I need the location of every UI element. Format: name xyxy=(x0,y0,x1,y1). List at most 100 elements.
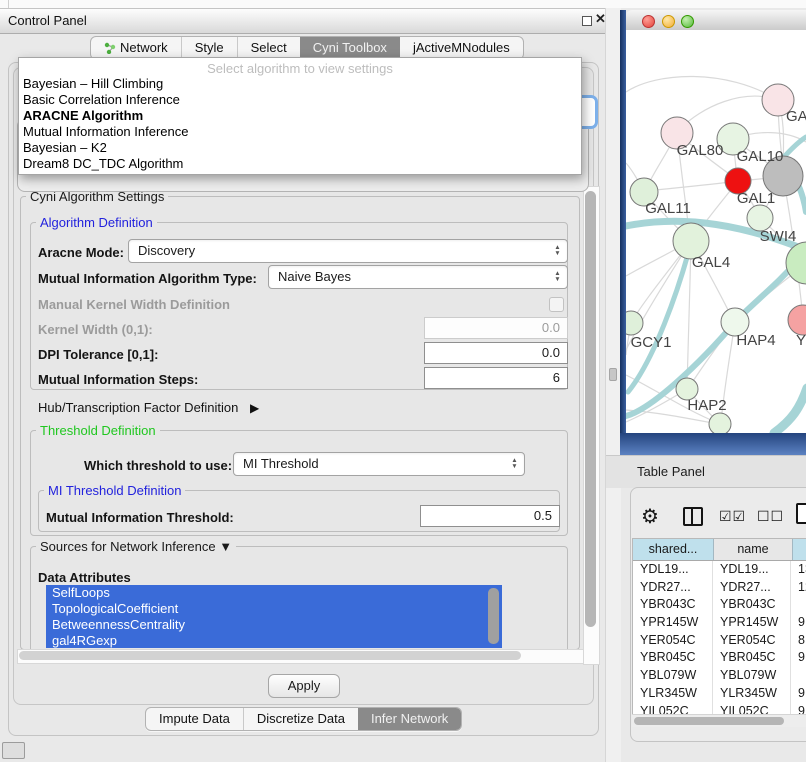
table-row[interactable]: YBL079WYBL079W xyxy=(633,667,806,685)
tab-label: jActiveMNodules xyxy=(413,37,510,59)
table-hscrollbar-thumb[interactable] xyxy=(634,717,784,725)
settings-vscrollbar-thumb[interactable] xyxy=(585,191,596,627)
hub-factor-expander-label: Hub/Transcription Factor Definition xyxy=(38,400,238,415)
manual-kernel-width-checkbox[interactable] xyxy=(549,297,564,312)
network-node-y[interactable] xyxy=(788,305,806,335)
network-window-titlebar[interactable] xyxy=(626,10,806,31)
aracne-mode-label: Aracne Mode: xyxy=(38,245,124,260)
data-attribute-item[interactable]: BetweennessCentrality xyxy=(46,617,502,633)
tab-label: Discretize Data xyxy=(257,708,345,730)
kernel-width-label: Kernel Width (0,1): xyxy=(38,322,153,337)
zoom-traffic-light-icon[interactable] xyxy=(681,15,694,28)
gear-icon[interactable]: ⚙ xyxy=(641,504,659,529)
network-node-gcy1[interactable] xyxy=(626,311,643,335)
table-cell: YBL079W xyxy=(713,667,791,685)
algorithm-popup-list: Bayesian – Hill ClimbingBasic Correlatio… xyxy=(19,76,581,172)
attributes-list-scrollbar[interactable] xyxy=(488,588,499,644)
which-threshold-combo[interactable]: MI Threshold ▲▼ xyxy=(233,452,525,476)
algorithm-definition-title: Algorithm Definition xyxy=(36,215,157,230)
node-label: GAL1 xyxy=(737,190,775,207)
table-cell: 9. xyxy=(791,685,806,703)
top-strip xyxy=(0,0,806,8)
minimize-traffic-light-icon[interactable] xyxy=(662,15,675,28)
table-cell: YER054C xyxy=(713,632,791,650)
column-header[interactable]: shared... xyxy=(633,539,714,560)
tab-network[interactable]: Network xyxy=(91,37,181,59)
algorithm-option[interactable]: Bayesian – Hill Climbing xyxy=(19,76,581,92)
divider-drag-handle[interactable] xyxy=(609,368,617,381)
data-attribute-item[interactable]: gal4RGexp xyxy=(46,633,502,648)
split-view-icon[interactable] xyxy=(683,507,703,526)
network-canvas[interactable]: GALGAL80GAL10GAL1GAL11SWI4GAL4GCY1HAP4YH… xyxy=(626,30,806,433)
kernel-width-field[interactable]: 0.0 xyxy=(424,317,568,339)
node-label: GAL4 xyxy=(692,254,730,271)
algorithm-option[interactable]: Dream8 DC_TDC Algorithm xyxy=(19,156,581,172)
table-row[interactable]: YER054CYER054C8. xyxy=(633,632,806,650)
column-header[interactable]: name xyxy=(714,539,793,560)
data-attribute-item[interactable]: TopologicalCoefficient xyxy=(46,601,502,617)
mi-threshold-field[interactable]: 0.5 xyxy=(420,505,560,527)
node-table: shared...name YDL19...YDL19...13YDR27...… xyxy=(632,538,806,716)
mi-algorithm-type-combo[interactable]: Naive Bayes ▲▼ xyxy=(268,265,568,289)
table-row[interactable]: YBR043CYBR043C xyxy=(633,596,806,614)
table-row[interactable]: YBR045CYBR045C9. xyxy=(633,649,806,667)
table-cell: 9. xyxy=(791,614,806,632)
top-strip-divider xyxy=(8,0,9,8)
expander-arrow-icon: ▶ xyxy=(250,401,259,415)
algorithm-option[interactable]: Basic Correlation Inference xyxy=(19,92,581,108)
table-row[interactable]: YDR27...YDR27...12 xyxy=(633,579,806,597)
node-label: GAL80 xyxy=(677,142,724,159)
close-traffic-light-icon[interactable] xyxy=(642,15,655,28)
table-cell: YPR145W xyxy=(633,614,713,632)
column-header[interactable] xyxy=(793,539,806,560)
deselect-all-icon[interactable]: ☐☐ xyxy=(757,508,784,525)
table-cell: YBL079W xyxy=(633,667,713,685)
table-cell: YPR145W xyxy=(713,614,791,632)
tab-cyni-toolbox[interactable]: Cyni Toolbox xyxy=(300,37,400,59)
tab-label: Style xyxy=(195,37,224,59)
dpi-tolerance-value: 0.0 xyxy=(542,345,560,360)
network-node[interactable] xyxy=(709,413,731,433)
settings-hscrollbar-thumb[interactable] xyxy=(19,651,521,660)
sources-title[interactable]: Sources for Network Inference ▼ xyxy=(36,539,236,554)
panel-divider xyxy=(605,8,621,762)
table-cell: YBR043C xyxy=(633,596,713,614)
mi-steps-field[interactable]: 6 xyxy=(424,367,568,389)
table-row[interactable]: YPR145WYPR145W9. xyxy=(633,614,806,632)
sources-title-label: Sources for Network Inference xyxy=(40,539,216,554)
tab-jactivemnodules[interactable]: jActiveMNodules xyxy=(400,37,523,59)
data-attributes-list: SelfLoopsTopologicalCoefficientBetweenne… xyxy=(46,585,502,648)
table-cell: 13 xyxy=(791,561,806,579)
kernel-width-value: 0.0 xyxy=(542,320,560,335)
table-hscrollbar[interactable] xyxy=(632,714,806,727)
table-cell: YLR345W xyxy=(633,685,713,703)
which-threshold-label: Which threshold to use: xyxy=(84,458,232,473)
table-cell: YDL19... xyxy=(633,561,713,579)
dpi-tolerance-field[interactable]: 0.0 xyxy=(424,342,568,364)
float-window-icon[interactable] xyxy=(582,16,592,26)
tab-style[interactable]: Style xyxy=(181,37,237,59)
table-cell xyxy=(791,596,806,614)
algorithm-option[interactable]: Mutual Information Inference xyxy=(19,124,581,140)
algorithm-option[interactable]: Bayesian – K2 xyxy=(19,140,581,156)
new-column-icon[interactable] xyxy=(796,503,806,524)
tab-discretize-data[interactable]: Discretize Data xyxy=(243,708,358,730)
tab-infer-network[interactable]: Infer Network xyxy=(358,708,461,730)
aracne-mode-combo[interactable]: Discovery ▲▼ xyxy=(128,239,568,263)
tab-select[interactable]: Select xyxy=(237,37,300,59)
hub-factor-expander[interactable]: Hub/Transcription Factor Definition ▶ xyxy=(38,400,259,415)
network-node-labels: GALGAL80GAL10GAL1GAL11SWI4GAL4GCY1HAP4YH… xyxy=(631,108,806,414)
mi-steps-label: Mutual Information Steps: xyxy=(38,372,198,387)
table-row[interactable]: YLR345WYLR345W9. xyxy=(633,685,806,703)
select-all-icon[interactable]: ☑☑ xyxy=(719,508,746,525)
mi-threshold-label: Mutual Information Threshold: xyxy=(46,510,234,525)
table-row[interactable]: YDL19...YDL19...13 xyxy=(633,561,806,579)
tab-impute-data[interactable]: Impute Data xyxy=(146,708,243,730)
apply-button[interactable]: Apply xyxy=(268,674,340,698)
docked-panel-icon[interactable] xyxy=(2,742,25,759)
algorithm-option[interactable]: ARACNE Algorithm xyxy=(19,108,581,124)
tab-label: Cyni Toolbox xyxy=(313,37,387,59)
table-cell: YBR043C xyxy=(713,596,791,614)
app-screen: Control Panel ✕ NetworkStyleSelectCyni T… xyxy=(0,0,806,762)
data-attribute-item[interactable]: SelfLoops xyxy=(46,585,502,601)
